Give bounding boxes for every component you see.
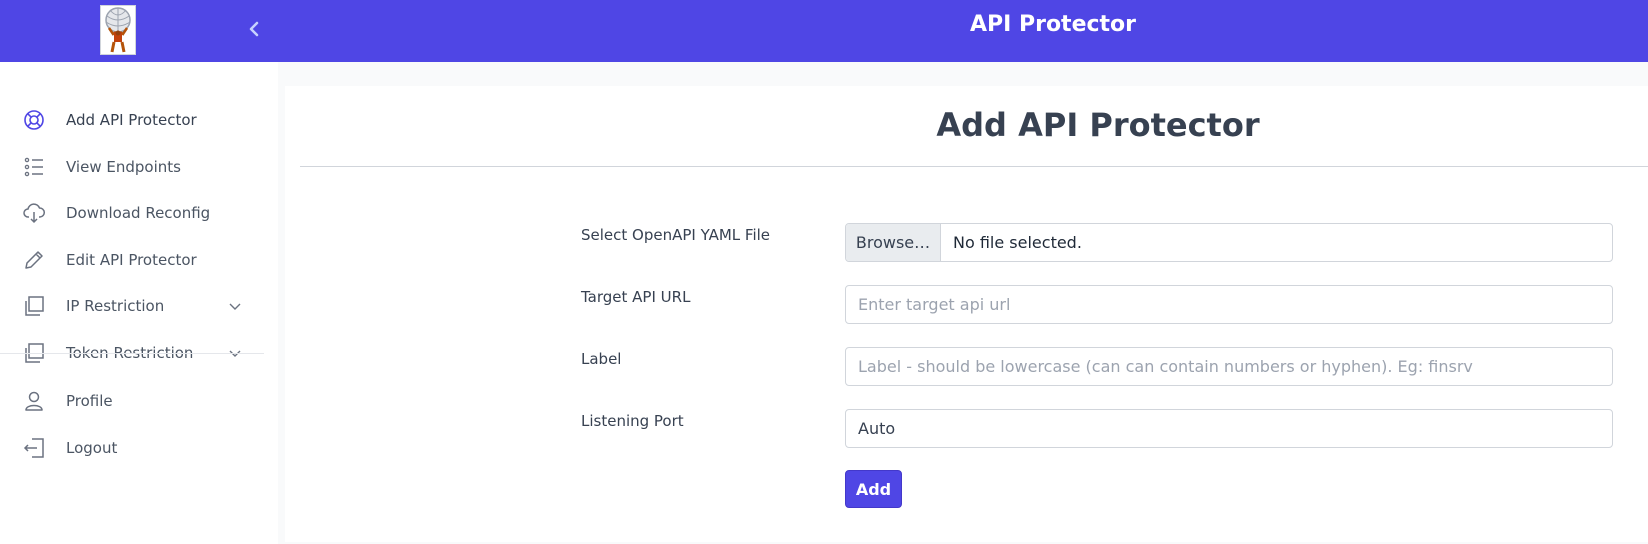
sidebar-item-label: Profile (66, 392, 113, 410)
pencil-icon (25, 251, 43, 269)
browse-button[interactable]: Browse… (846, 224, 941, 261)
sidebar-item-edit-api-protector[interactable]: Edit API Protector (0, 237, 264, 283)
page-title: Add API Protector (936, 106, 1260, 144)
app-title: API Protector (969, 12, 1137, 37)
copy-icon (25, 296, 44, 316)
add-button[interactable]: Add (845, 470, 902, 508)
cloud-download-icon (23, 203, 45, 224)
user-icon (25, 391, 43, 411)
target-url-input[interactable] (845, 285, 1613, 324)
listening-port-label: Listening Port (581, 412, 684, 430)
chevron-down-icon (229, 303, 241, 310)
lifebuoy-icon (24, 110, 44, 130)
sidebar-item-label: Add API Protector (66, 111, 197, 129)
sidebar-item-add-api-protector[interactable]: Add API Protector (0, 97, 264, 143)
sidebar-item-ip-restriction[interactable]: IP Restriction (0, 283, 264, 329)
sidebar-item-logout[interactable]: Logout (0, 425, 264, 471)
file-input[interactable]: Browse… No file selected. (845, 223, 1613, 262)
label-field-label: Label (581, 350, 622, 368)
sidebar-item-label: Download Reconfig (66, 204, 211, 222)
top-bar: API Protector (0, 0, 1648, 62)
logout-icon (23, 438, 44, 458)
title-divider (300, 166, 1648, 167)
sidebar-item-label: Edit API Protector (66, 251, 197, 269)
sidebar-item-label: View Endpoints (66, 158, 181, 176)
file-field-label: Select OpenAPI YAML File (581, 226, 771, 244)
file-status: No file selected. (953, 233, 1082, 252)
sidebar-item-download-reconfig[interactable]: Download Reconfig (0, 190, 264, 236)
sidebar: Add API Protector View Endpoints Downloa… (0, 62, 278, 544)
label-input[interactable] (845, 347, 1613, 386)
target-url-label: Target API URL (581, 288, 691, 306)
sidebar-item-label: IP Restriction (66, 297, 165, 315)
list-icon (24, 157, 43, 177)
sidebar-divider (0, 353, 264, 354)
sidebar-item-label: Logout (66, 439, 118, 457)
sidebar-item-profile[interactable]: Profile (0, 378, 264, 424)
listening-port-input[interactable] (845, 409, 1613, 448)
sidebar-item-view-endpoints[interactable]: View Endpoints (0, 144, 264, 190)
form-card: Add API Protector Select OpenAPI YAML Fi… (285, 86, 1648, 542)
